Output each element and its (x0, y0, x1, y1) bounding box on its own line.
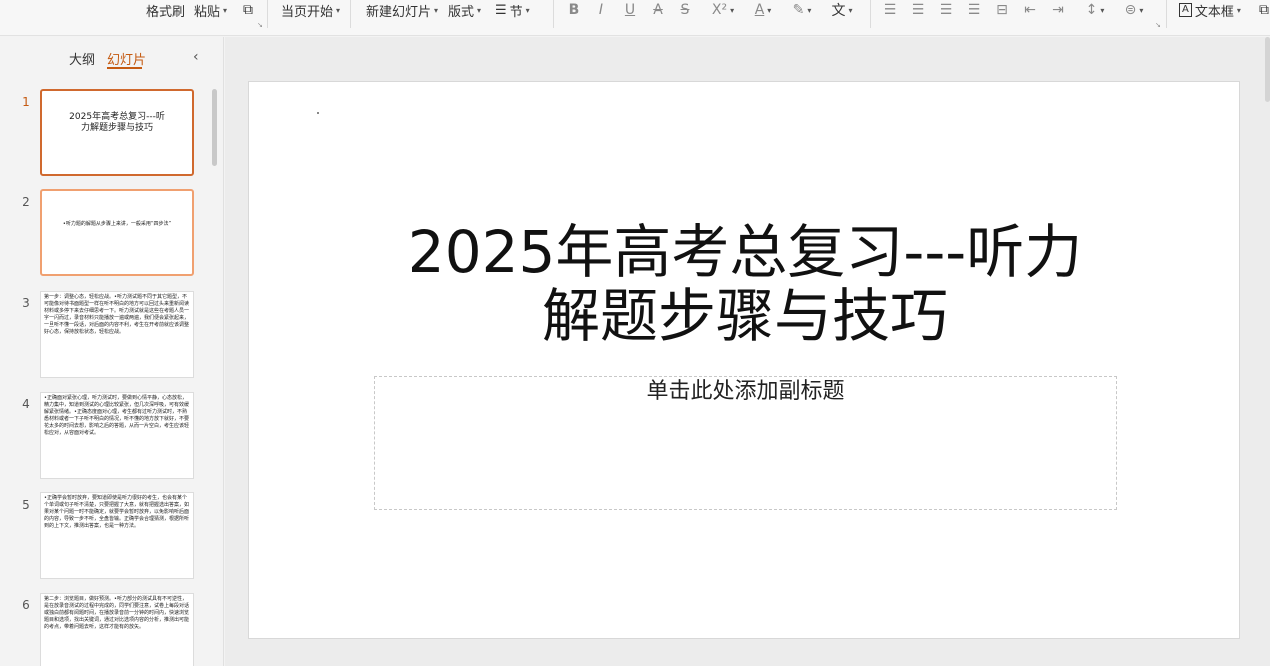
divider (870, 0, 871, 28)
text-box-button[interactable]: A 文本框 ▾ (1179, 0, 1241, 20)
thumbnail-text: 第二步：浏览题目，做好预测。•听力部分的测试具有不可逆性，是在放录音测试的过程中… (44, 596, 190, 630)
slide-number: 3 (22, 296, 30, 310)
divider (1166, 0, 1167, 28)
subtitle-placeholder-text: 单击此处添加副标题 (646, 379, 845, 404)
thumbnail-text: •正确面对紧张心理，听力测试时，要做到心情平静，心态放松，精力集中，知道到测试的… (44, 395, 190, 436)
new-slide-button[interactable]: 新建幻灯片 ▾ (366, 0, 438, 20)
new-slide-label: 新建幻灯片 (366, 4, 432, 20)
text-box-label: 文本框 (1194, 4, 1234, 20)
start-from-current-button[interactable]: 当页开始 ▾ (281, 0, 340, 20)
more-icon[interactable]: ⧉ (1255, 0, 1270, 20)
section-button[interactable]: ☰ 节 ▾ (495, 0, 530, 20)
paste-button[interactable]: 粘贴 ▾ (194, 0, 227, 20)
chevron-down-icon: ▾ (434, 5, 439, 15)
slide-thumbnail-6[interactable]: 第二步：浏览题目，做好预测。•听力部分的测试具有不可逆性，是在放录音测试的过程中… (40, 593, 194, 666)
divider (350, 0, 351, 28)
slide-thumbnail-5[interactable]: •正确学会暂时放弃，要知道即使是听力很好的考生，也会有某个个单词或句子听不清楚，… (40, 492, 194, 579)
underline-icon[interactable]: U (621, 0, 639, 20)
bold-icon[interactable]: B (565, 0, 583, 20)
chevron-down-icon: ▾ (336, 5, 341, 15)
panel-scrollbar[interactable] (212, 89, 217, 166)
slide-number: 1 (22, 95, 30, 109)
section-icon: ☰ (495, 2, 507, 18)
slide-thumbnail-2[interactable]: •听力题的解题从步骤上来讲，一般采用“四步法” (40, 189, 194, 276)
slide-thumbnail-4[interactable]: •正确面对紧张心理，听力测试时，要做到心情平静，心态放松，精力集中，知道到测试的… (40, 392, 194, 479)
tab-slides[interactable]: 幻灯片 (107, 49, 146, 68)
active-tab-indicator (107, 67, 142, 69)
paste-label: 粘贴 (194, 4, 221, 20)
chevron-down-icon: ▾ (223, 5, 228, 15)
thumbnail-text: •听力题的解题从步骤上来讲，一般采用“四步法” (62, 221, 172, 227)
thumbnail-text: •正确学会暂时放弃，要知道即使是听力很好的考生，也会有某个个单词或句子听不清楚，… (44, 495, 190, 529)
current-slide[interactable]: 2025年高考总复习---听力 解题步骤与技巧 单击此处添加副标题 (248, 81, 1240, 639)
chevron-down-icon: ▾ (477, 5, 482, 15)
italic-icon[interactable]: I (592, 0, 610, 20)
strikethrough-icon[interactable]: A (649, 0, 667, 20)
font-color-icon[interactable]: A ▾ (748, 0, 778, 20)
indent-decrease-icon[interactable]: ⇤ (1021, 0, 1039, 20)
slide-number: 4 (22, 397, 30, 411)
highlight-icon[interactable]: ✎ ▾ (787, 0, 817, 20)
layout-button[interactable]: 版式 ▾ (448, 0, 481, 20)
thumbnail-title: 2025年高考总复习---听力解题步骤与技巧 (69, 112, 165, 133)
slide-thumbnail-3[interactable]: 第一步：调整心态，轻松应战。•听力测试题不同于其它题型，不可能像对待书面题型一样… (40, 291, 194, 378)
justify-icon[interactable]: ☰ (965, 0, 983, 20)
slide-title[interactable]: 2025年高考总复习---听力 解题步骤与技巧 (349, 220, 1141, 348)
line-spacing-icon[interactable]: ↕ ▾ (1080, 0, 1110, 20)
divider (553, 0, 554, 28)
slide-number: 5 (22, 498, 30, 512)
slide-navigation-panel: 大纲 幻灯片 ‹ 1 2025年高考总复习---听力解题步骤与技巧 2 •听力题… (0, 37, 224, 666)
align-center-icon[interactable]: ☰ (909, 0, 927, 20)
strikethrough-s-icon[interactable]: S (676, 0, 694, 20)
chevron-down-icon: ▾ (1236, 5, 1241, 15)
dialog-launcher-icon[interactable]: ↘ (1155, 21, 1161, 29)
divider (267, 0, 268, 28)
text-box-icon: A (1179, 3, 1192, 17)
slide-title-line-1: 2025年高考总复习---听力 (407, 218, 1083, 286)
collapse-panel-icon[interactable]: ‹ (193, 49, 199, 65)
editor-scrollbar[interactable] (1265, 37, 1270, 102)
align-left-icon[interactable]: ☰ (881, 0, 899, 20)
dialog-launcher-icon[interactable]: ↘ (257, 21, 263, 29)
paragraph-icon[interactable]: ⊜ ▾ (1119, 0, 1149, 20)
slide-number: 6 (22, 598, 30, 612)
ribbon-toolbar: 格式刷 粘贴 ▾ ⧉ ↘ 当页开始 ▾ 新建幻灯片 ▾ 版式 ▾ ☰ 节 ▾ B I U A… (0, 0, 1270, 36)
subtitle-placeholder[interactable]: 单击此处添加副标题 (374, 376, 1117, 510)
format-painter-button[interactable]: 格式刷 (146, 0, 185, 20)
start-from-current-label: 当页开始 (281, 4, 334, 20)
format-painter-label: 格式刷 (146, 4, 186, 20)
slide-number: 2 (22, 195, 30, 209)
tab-outline[interactable]: 大纲 (69, 49, 95, 68)
slide-title-line-2: 解题步骤与技巧 (541, 282, 948, 350)
chevron-down-icon: ▾ (525, 5, 530, 15)
phonetic-guide-icon[interactable]: 文 ▾ (827, 0, 857, 20)
section-label: 节 (509, 4, 523, 20)
superscript-icon[interactable]: X² ▾ (708, 0, 738, 20)
thumbnail-text: 第一步：调整心态，轻松应战。•听力测试题不同于其它题型，不可能像对待书面题型一样… (44, 294, 190, 335)
slide-marker (317, 112, 319, 114)
copy-icon[interactable]: ⧉ (239, 0, 257, 20)
slide-editor: 2025年高考总复习---听力 解题步骤与技巧 单击此处添加副标题 (225, 37, 1270, 666)
slide-thumbnail-1[interactable]: 2025年高考总复习---听力解题步骤与技巧 (40, 89, 194, 176)
distribute-icon[interactable]: ⊟ (993, 0, 1011, 20)
align-right-icon[interactable]: ☰ (937, 0, 955, 20)
layout-label: 版式 (448, 4, 475, 20)
indent-increase-icon[interactable]: ⇥ (1049, 0, 1067, 20)
